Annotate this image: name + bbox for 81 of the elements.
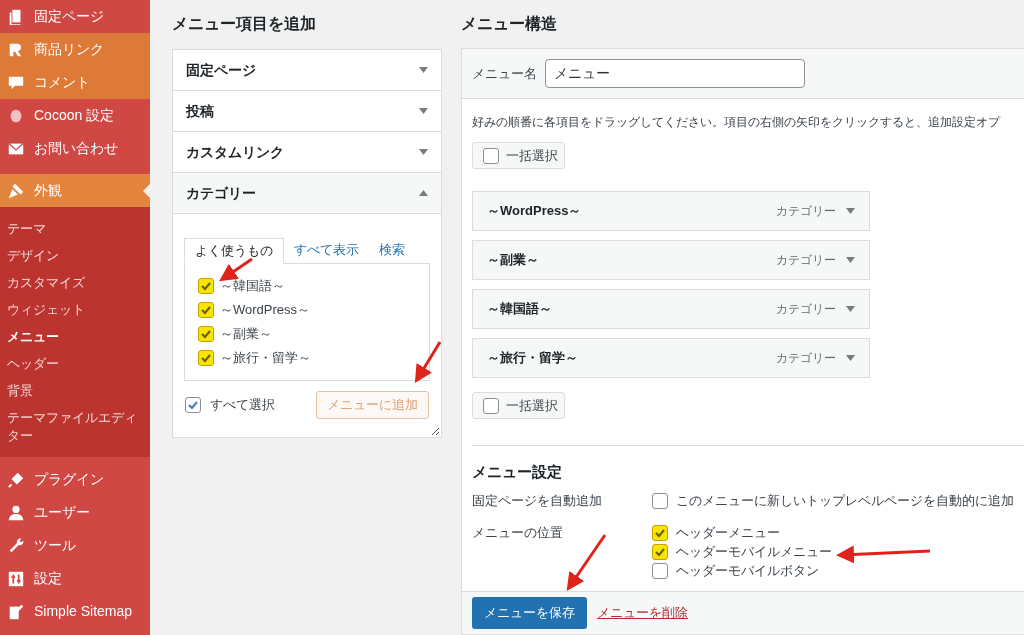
person-icon — [7, 503, 25, 522]
menu-item-type: カテゴリー — [776, 252, 836, 269]
checkbox[interactable] — [198, 278, 214, 294]
checkbox[interactable] — [652, 524, 668, 541]
wrench-icon — [7, 536, 25, 555]
section-heading: メニュー項目を追加 — [172, 14, 317, 34]
sidebar-item[interactable]: 商品リンク — [0, 33, 150, 66]
sidebar-item[interactable]: 外観 — [0, 174, 150, 207]
submenu-item[interactable]: カスタマイズ — [0, 269, 150, 296]
paintbrush-icon — [7, 181, 25, 200]
document-pen-icon — [7, 602, 25, 621]
submenu-item[interactable]: メニュー — [0, 323, 150, 350]
field-label: メニュー名 — [472, 64, 537, 83]
caret-down-icon[interactable] — [846, 257, 855, 263]
plug-icon — [7, 470, 25, 489]
current-item-notch — [143, 184, 150, 198]
menu-name-field[interactable]: メニュー — [545, 59, 805, 88]
checkbox[interactable] — [483, 397, 499, 414]
checkbox[interactable] — [198, 326, 214, 342]
section-heading: メニュー構造 — [461, 14, 558, 34]
checkbox-label: ヘッダーモバイルメニュー — [676, 542, 832, 561]
checkbox[interactable] — [198, 350, 214, 366]
caret-down-icon[interactable] — [846, 208, 855, 214]
accordion-title: カスタムリンク — [186, 142, 284, 162]
tab[interactable]: 検索 — [369, 237, 415, 263]
accordion-title: 投稿 — [186, 101, 214, 121]
submenu-item[interactable]: 背景 — [0, 377, 150, 404]
setting-label: 固定ページを自動追加 — [472, 492, 602, 510]
checkbox-label: すべて選択 — [210, 396, 275, 415]
menu-item-title: ～韓国語～ — [487, 300, 553, 319]
submenu-item[interactable]: ウィジェット — [0, 296, 150, 323]
setting-label: メニューの位置 — [472, 523, 563, 542]
menu-item-bar[interactable]: ～旅行・留学～ カテゴリー — [472, 338, 870, 378]
submenu-item[interactable]: ヘッダー — [0, 350, 150, 377]
menu-item-bar[interactable]: ～WordPress～ カテゴリー — [472, 191, 870, 231]
delete-menu-link[interactable]: メニューを削除 — [597, 603, 688, 623]
caret-down-icon[interactable] — [846, 306, 855, 312]
menu-item-bar[interactable]: ～韓国語～ カテゴリー — [472, 289, 870, 329]
checkbox[interactable] — [198, 302, 214, 318]
menu-item-title: ～副業～ — [487, 251, 540, 270]
menu-item-bar[interactable]: ～副業～ カテゴリー — [472, 240, 870, 280]
checkbox-label: ～旅行・留学～ — [220, 349, 311, 368]
sliders-icon — [7, 569, 25, 588]
checkbox[interactable] — [652, 543, 668, 560]
accordion-title: カテゴリー — [186, 183, 256, 203]
menu-item-title: ～WordPress～ — [487, 202, 583, 221]
submenu-item[interactable]: テーマ — [0, 215, 150, 242]
save-menu-button[interactable]: メニューを保存 — [472, 597, 587, 629]
bulk-select-toggle[interactable]: 一括選択 — [472, 392, 565, 419]
checkbox[interactable] — [652, 562, 668, 579]
tab[interactable]: よく使うもの — [184, 238, 284, 264]
checkbox[interactable] — [652, 492, 668, 509]
tab[interactable]: すべて表示 — [284, 237, 369, 263]
caret-down-icon — [419, 108, 428, 114]
sidebar-item[interactable]: コメント — [0, 66, 150, 99]
menu-item-type: カテゴリー — [776, 203, 836, 220]
checkbox-label: ヘッダーメニュー — [676, 523, 780, 542]
checkbox[interactable] — [483, 147, 499, 164]
menu-item-type: カテゴリー — [776, 350, 836, 367]
bulk-select-toggle[interactable]: 一括選択 — [472, 142, 565, 169]
settings-heading: メニュー設定 — [472, 462, 563, 482]
annotation-arrow — [414, 341, 442, 384]
instruction-text: 好みの順番に各項目をドラッグしてください。項目の右側の矢印をクリックすると、追加設定オプ — [472, 114, 1002, 131]
caret-down-icon[interactable] — [846, 355, 855, 361]
caret-down-icon — [419, 149, 428, 155]
submenu-item[interactable]: デザイン — [0, 242, 150, 269]
annotation-arrow — [566, 534, 607, 591]
accordion-title: 固定ページ — [186, 60, 256, 80]
submenu-item[interactable]: テーマファイルエディター — [0, 404, 150, 449]
caret-down-icon — [419, 67, 428, 73]
menu-item-type: カテゴリー — [776, 301, 836, 318]
accordion-header[interactable]: カテゴリー — [173, 173, 441, 214]
checkbox-label: このメニューに新しいトップレベルページを自動的に追加 — [676, 492, 1014, 510]
checkbox-label: ～WordPress～ — [220, 301, 311, 320]
resize-handle-icon[interactable] — [431, 427, 439, 435]
checkbox-label: ヘッダーモバイルボタン — [676, 561, 819, 580]
menu-item-title: ～旅行・留学～ — [487, 349, 579, 368]
checkbox-label: ～副業～ — [220, 325, 272, 344]
checkbox-label: ～韓国語～ — [220, 277, 285, 296]
checkbox[interactable] — [185, 397, 201, 413]
caret-up-icon — [419, 190, 428, 196]
